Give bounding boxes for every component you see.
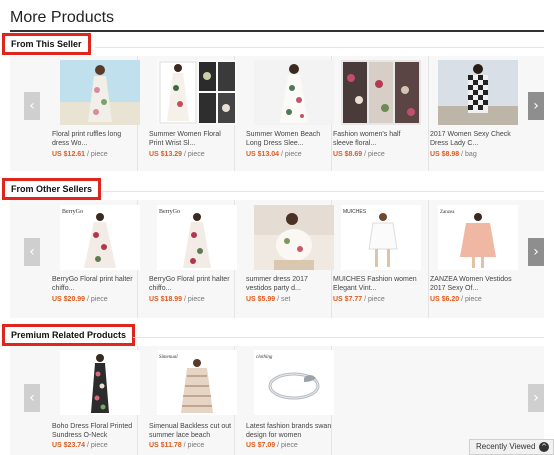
product-price: US $6.20 / piece bbox=[430, 295, 525, 304]
carousel-next-button[interactable]: › bbox=[528, 238, 544, 266]
product-price: US $18.99 / piece bbox=[149, 295, 244, 304]
product-image[interactable] bbox=[341, 60, 421, 125]
price-unit: / piece bbox=[87, 151, 108, 158]
price-amount: US $5.99 bbox=[246, 296, 276, 303]
product-price: US $8.69 / piece bbox=[333, 150, 428, 159]
section-divider bbox=[95, 47, 544, 48]
recently-viewed-label: Recently Viewed bbox=[476, 442, 536, 451]
product-price: US $13.29 / piece bbox=[149, 150, 244, 159]
product-image[interactable]: MUICHES bbox=[341, 205, 421, 270]
price-unit: / bag bbox=[461, 151, 477, 158]
price-amount: US $23.74 bbox=[52, 442, 86, 449]
carousel-prev-button[interactable]: ‹ bbox=[24, 238, 40, 266]
product-title[interactable]: Fashion women's half sleeve floral... bbox=[333, 130, 421, 148]
product-title[interactable]: Summer Women Beach Long Dress Slee... bbox=[246, 130, 334, 148]
product-title[interactable]: Latest fashion brands swan design for wo… bbox=[246, 422, 334, 440]
section-header-from-other-sellers: From Other Sellers bbox=[2, 178, 102, 200]
recently-viewed-button[interactable]: Recently Viewed ^ bbox=[469, 439, 554, 455]
product-title[interactable]: Floral print ruffles long dress Wo... bbox=[52, 130, 140, 148]
product-title[interactable]: MUICHES Fashion women Elegant Vint... bbox=[333, 275, 421, 293]
product-price: US $8.98 / bag bbox=[430, 150, 525, 159]
price-unit: / piece bbox=[364, 296, 385, 303]
product-image[interactable]: BerryGo bbox=[157, 205, 237, 270]
price-amount: US $13.29 bbox=[149, 151, 183, 158]
section-divider bbox=[102, 191, 544, 192]
section-divider bbox=[133, 337, 544, 338]
product-price: US $13.04 / piece bbox=[246, 150, 341, 159]
brand-logo-text: BerryGo bbox=[159, 209, 180, 215]
product-price: US $20.99 / piece bbox=[52, 295, 147, 304]
product-price: US $7.09 / piece bbox=[246, 441, 341, 450]
product-title[interactable]: BerryGo Floral print halter chiffo... bbox=[52, 275, 140, 293]
section-header-from-this-seller: From This Seller bbox=[2, 33, 91, 55]
price-amount: US $20.99 bbox=[52, 296, 86, 303]
price-unit: / piece bbox=[183, 442, 205, 449]
product-image[interactable]: BerryGo bbox=[60, 205, 140, 270]
page-title: More Products bbox=[10, 9, 115, 26]
product-image[interactable] bbox=[438, 60, 518, 125]
price-unit: / piece bbox=[281, 151, 302, 158]
brand-logo-text: MUICHES bbox=[343, 209, 367, 215]
brand-logo-text: BerryGo bbox=[62, 209, 83, 215]
brand-logo-text: clothing bbox=[256, 355, 273, 360]
carousel-prev-button[interactable]: ‹ bbox=[24, 92, 40, 120]
price-amount: US $8.69 bbox=[333, 151, 363, 158]
price-unit: / piece bbox=[87, 296, 108, 303]
price-unit: / piece bbox=[184, 151, 205, 158]
product-image[interactable] bbox=[254, 60, 334, 125]
product-price: US $7.77 / piece bbox=[333, 295, 428, 304]
product-title[interactable]: BerryGo Floral print halter chiffo... bbox=[149, 275, 237, 293]
carousel-next-button[interactable]: › bbox=[528, 384, 544, 412]
price-amount: US $8.98 bbox=[430, 151, 460, 158]
price-amount: US $6.20 bbox=[430, 296, 460, 303]
price-amount: US $11.78 bbox=[149, 442, 182, 449]
price-unit: / piece bbox=[184, 296, 205, 303]
product-image[interactable]: Zanzea bbox=[438, 205, 518, 270]
product-image[interactable] bbox=[60, 60, 140, 125]
price-amount: US $7.77 bbox=[333, 296, 363, 303]
product-image[interactable]: clothing bbox=[254, 350, 334, 415]
section-header-premium-related: Premium Related Products bbox=[2, 324, 136, 346]
product-image[interactable] bbox=[60, 350, 140, 415]
product-title[interactable]: Boho Dress Floral Printed Sundress O-Nec… bbox=[52, 422, 140, 440]
price-amount: US $18.99 bbox=[149, 296, 183, 303]
product-price: US $12.61 / piece bbox=[52, 150, 147, 159]
price-unit: / piece bbox=[364, 151, 385, 158]
card-divider bbox=[428, 56, 429, 171]
card-divider bbox=[428, 200, 429, 318]
product-price: US $23.74 / piece bbox=[52, 441, 147, 450]
product-price: US $11.78 / piece bbox=[149, 441, 244, 450]
brand-logo-text: Simenual bbox=[159, 355, 178, 360]
price-amount: US $13.04 bbox=[246, 151, 280, 158]
product-price: US $5.99 / set bbox=[246, 295, 341, 304]
title-divider bbox=[10, 30, 544, 32]
price-unit: / piece bbox=[87, 442, 108, 449]
product-image[interactable] bbox=[157, 60, 237, 125]
price-unit: / piece bbox=[277, 442, 298, 449]
product-title[interactable]: ZANZEA Women Vestidos 2017 Sexy Of... bbox=[430, 275, 518, 293]
price-unit: / set bbox=[277, 296, 291, 303]
carousel-prev-button[interactable]: ‹ bbox=[24, 384, 40, 412]
carousel-next-button[interactable]: › bbox=[528, 92, 544, 120]
product-title[interactable]: 2017 Women Sexy Check Dress Lady C... bbox=[430, 130, 518, 148]
product-title[interactable]: Simenual Backless cut out summer lace be… bbox=[149, 422, 237, 440]
product-title[interactable]: summer dress 2017 vestidos party d... bbox=[246, 275, 334, 293]
chevron-up-icon: ^ bbox=[539, 442, 549, 452]
product-image[interactable]: Simenual bbox=[157, 350, 237, 415]
price-unit: / piece bbox=[461, 296, 482, 303]
brand-logo-text: Zanzea bbox=[440, 210, 455, 215]
price-amount: US $7.09 bbox=[246, 442, 276, 449]
product-image[interactable] bbox=[254, 205, 334, 270]
product-title[interactable]: Summer Women Floral Print Wrist Sl... bbox=[149, 130, 237, 148]
price-amount: US $12.61 bbox=[52, 151, 86, 158]
